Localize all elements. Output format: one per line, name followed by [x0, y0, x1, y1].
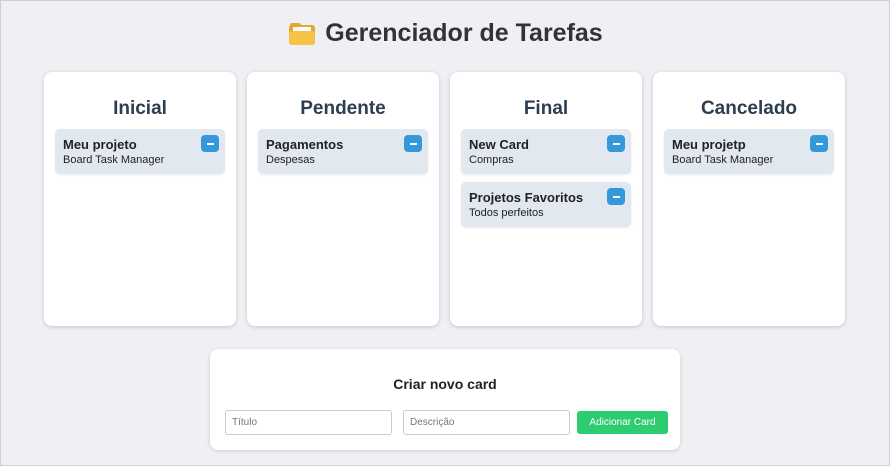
column-title: Pendente	[300, 98, 386, 119]
column-pendente: Pendente Pagamentos Despesas	[247, 72, 439, 326]
card-description: Compras	[469, 154, 514, 166]
minus-icon	[409, 142, 417, 145]
column-title: Final	[523, 98, 569, 119]
description-input[interactable]	[403, 410, 570, 435]
remove-card-button[interactable]	[607, 135, 625, 152]
task-card[interactable]: Projetos Favoritos Todos perfeitos	[461, 182, 631, 227]
minus-icon	[612, 142, 620, 145]
column-title: Inicial	[113, 98, 167, 119]
minus-icon	[612, 195, 620, 198]
app-window: Gerenciador de Tarefas Inicial Meu proje…	[0, 0, 890, 466]
minus-icon	[206, 142, 214, 145]
remove-card-button[interactable]	[607, 188, 625, 205]
minus-icon	[815, 142, 823, 145]
new-card-form: Criar novo card Adicionar Card	[210, 349, 680, 450]
form-heading: Criar novo card	[393, 376, 497, 392]
remove-card-button[interactable]	[201, 135, 219, 152]
task-card[interactable]: New Card Compras	[461, 129, 631, 174]
column-title: Cancelado	[700, 98, 798, 119]
page-title: Gerenciador de Tarefas	[325, 19, 603, 47]
task-card[interactable]: Meu projeto Board Task Manager	[55, 129, 225, 174]
page-header: Gerenciador de Tarefas	[1, 19, 890, 48]
task-card[interactable]: Meu projetp Board Task Manager	[664, 129, 834, 174]
card-title: Meu projeto	[63, 137, 137, 152]
column-inicial: Inicial Meu projeto Board Task Manager	[44, 72, 236, 326]
card-description: Board Task Manager	[63, 154, 165, 166]
title-input[interactable]	[225, 410, 392, 435]
remove-card-button[interactable]	[810, 135, 828, 152]
card-title: New Card	[469, 137, 529, 152]
card-description: Board Task Manager	[672, 154, 774, 166]
card-title: Meu projetp	[672, 137, 746, 152]
card-title: Projetos Favoritos	[469, 190, 584, 205]
column-final: Final New Card Compras Projetos Favorito…	[450, 72, 642, 326]
card-description: Todos perfeitos	[469, 207, 544, 219]
card-description: Despesas	[266, 154, 315, 166]
card-title: Pagamentos	[266, 137, 344, 152]
task-card[interactable]: Pagamentos Despesas	[258, 129, 428, 174]
add-card-button[interactable]: Adicionar Card	[577, 411, 668, 434]
column-cancelado: Cancelado Meu projetp Board Task Manager	[653, 72, 845, 326]
remove-card-button[interactable]	[404, 135, 422, 152]
board-columns: Inicial Meu projeto Board Task Manager P…	[44, 72, 845, 326]
folder-icon	[289, 22, 316, 45]
